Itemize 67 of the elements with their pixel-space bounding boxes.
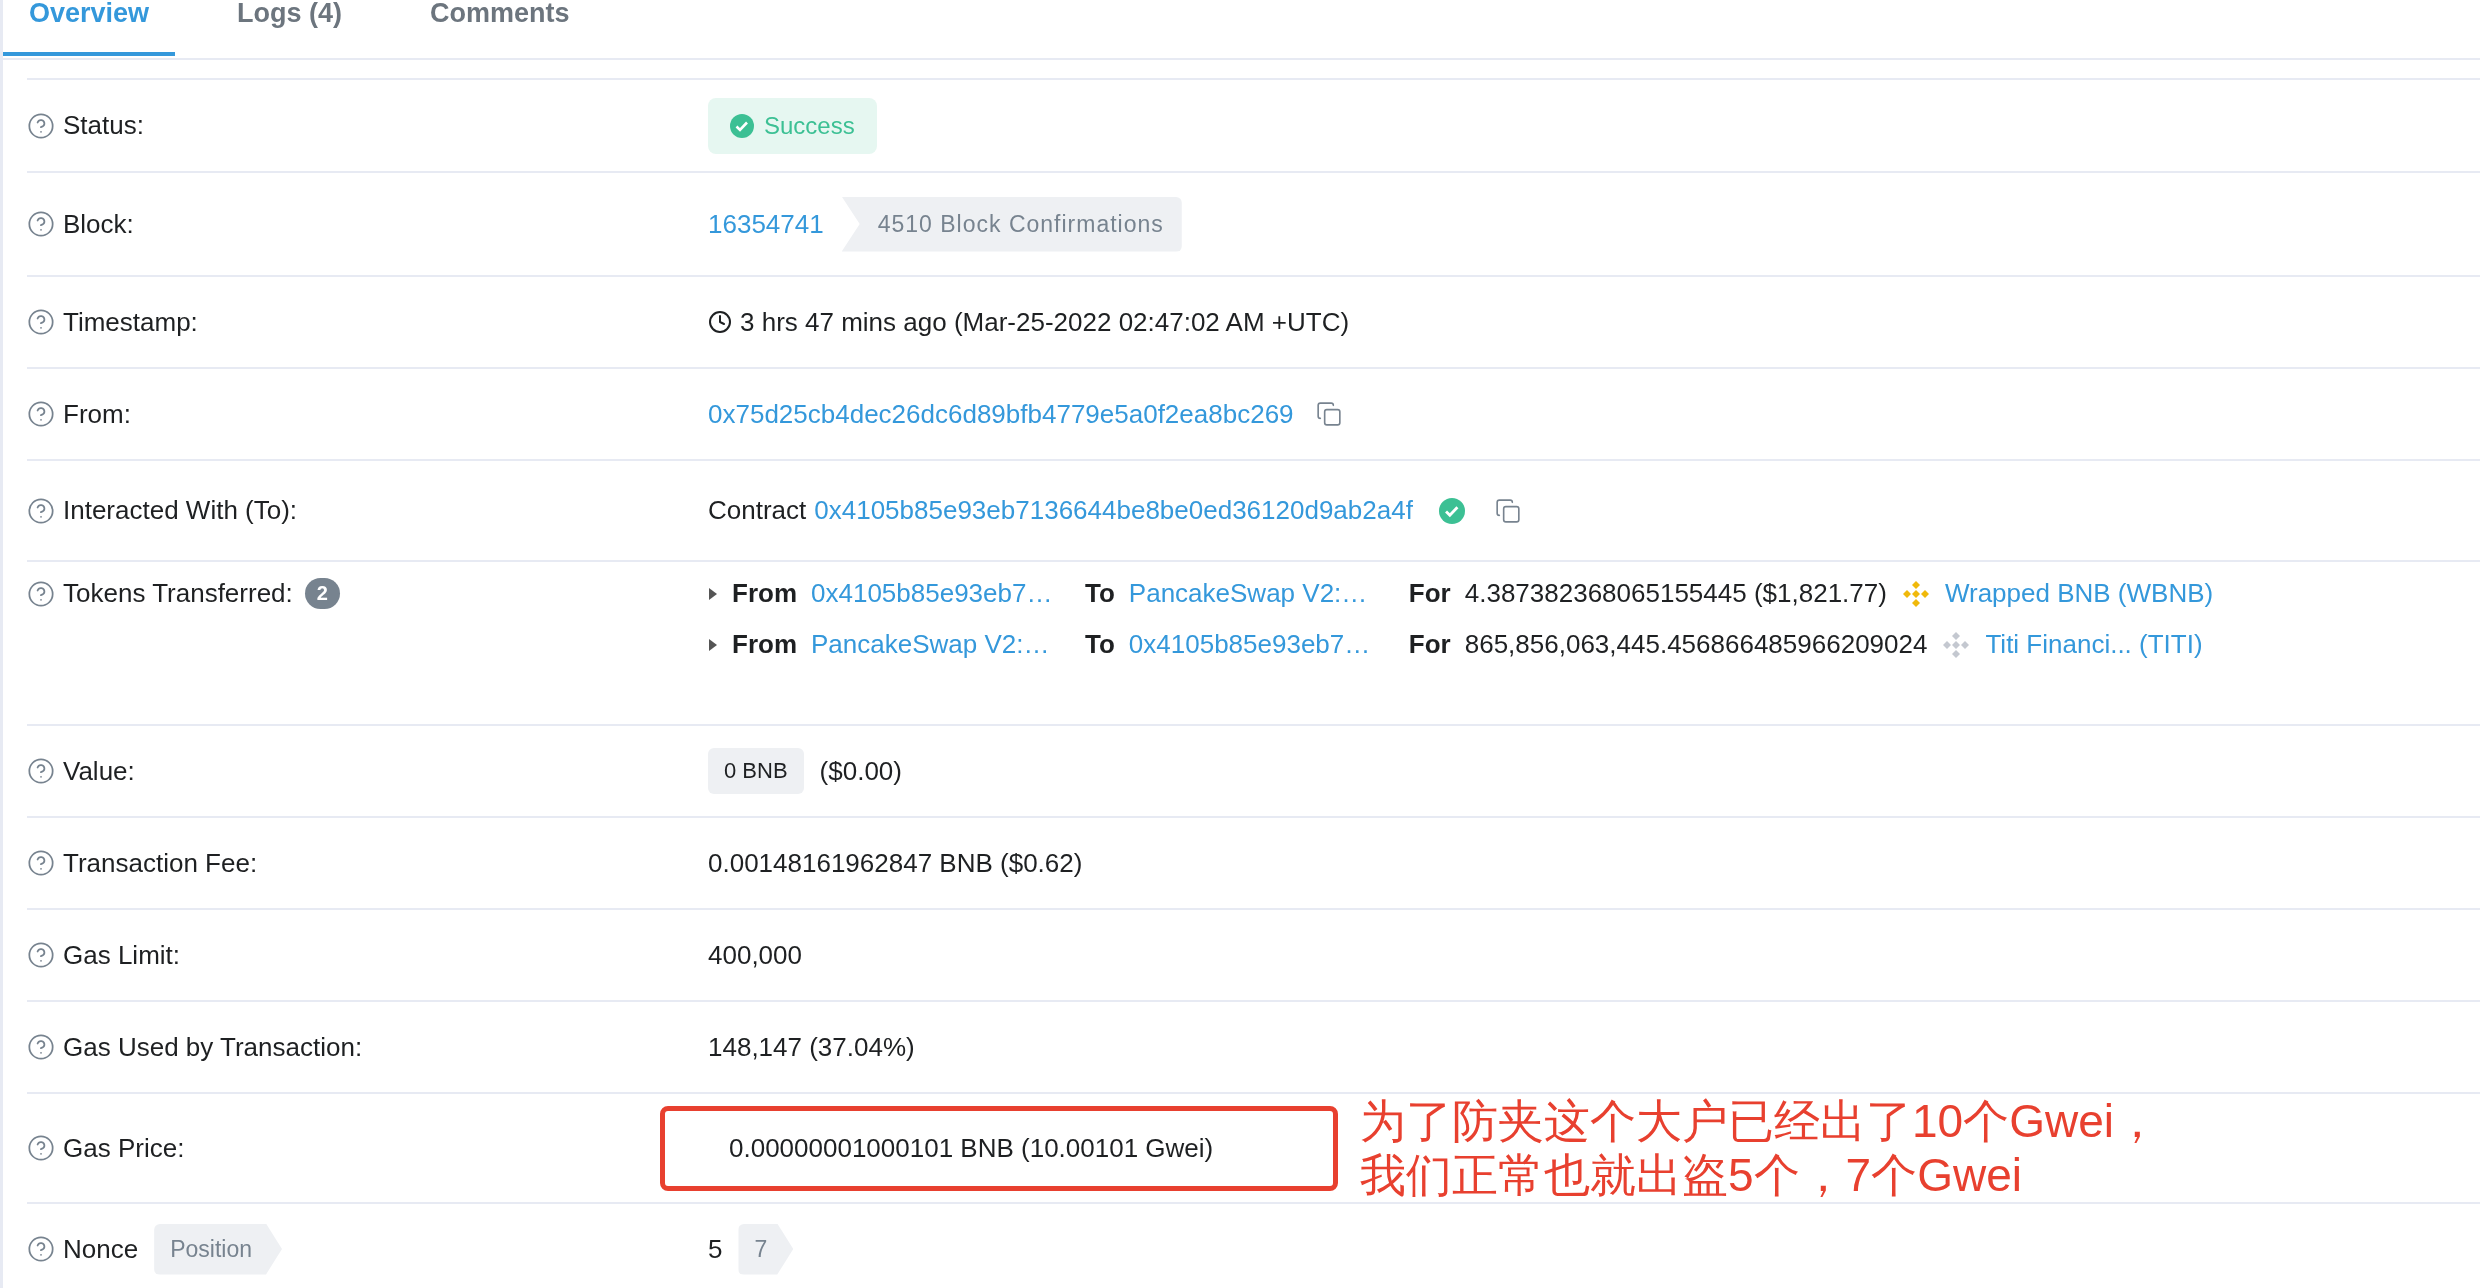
position-tag[interactable]: Position xyxy=(154,1223,282,1275)
position-tag: 7 xyxy=(738,1223,794,1275)
caret-icon[interactable] xyxy=(708,637,718,652)
timestamp-text: 3 hrs 47 mins ago (Mar-25-2022 02:47:02 AM +UTC) xyxy=(740,306,1350,338)
help-icon[interactable] xyxy=(27,941,55,969)
value-text: 400,000 xyxy=(708,939,802,971)
block-link[interactable]: 16354741 xyxy=(708,208,824,240)
help-icon[interactable] xyxy=(27,849,55,877)
field-label: Transaction Fee: xyxy=(63,847,258,879)
value-chip: 0 BNB xyxy=(708,748,804,794)
status-text: Success xyxy=(764,111,855,140)
copy-icon[interactable] xyxy=(1494,497,1521,524)
help-icon[interactable] xyxy=(27,757,55,785)
help-icon[interactable] xyxy=(27,496,55,525)
to-label: To xyxy=(1085,578,1115,609)
help-icon[interactable] xyxy=(27,308,55,336)
help-icon[interactable] xyxy=(27,111,55,140)
clock-icon xyxy=(708,310,732,334)
gas-price-text: 0.00000001000101 BNB (10.00101 Gwei) xyxy=(729,1132,1214,1164)
field-label: From: xyxy=(63,398,131,430)
help-icon[interactable] xyxy=(27,1134,55,1162)
to-label: To xyxy=(1085,629,1115,660)
field-label: Nonce xyxy=(63,1233,139,1265)
field-label: Value: xyxy=(63,755,135,787)
count-badge: 2 xyxy=(304,578,340,609)
amount-text: 865,856,063,445.456866485966209024 xyxy=(1464,629,1928,660)
field-label: Status: xyxy=(63,110,144,141)
from-label: From xyxy=(732,629,797,660)
nonce-value: 5 xyxy=(708,1233,723,1265)
field-label: Gas Limit: xyxy=(63,939,181,971)
help-icon[interactable] xyxy=(27,1033,55,1061)
address-link[interactable]: 0x75d25cb4dec26dc6d89bfb4779e5a0f2ea8bc269 xyxy=(708,398,1294,430)
help-icon[interactable] xyxy=(27,1235,55,1263)
token-link[interactable]: Wrapped BNB (WBNB) xyxy=(1944,578,2214,609)
contract-link[interactable]: 0x4105b85e93eb7136644be8be0ed36120d9ab2a4f xyxy=(814,495,1413,526)
for-label: For xyxy=(1408,578,1451,609)
tab[interactable]: Overview xyxy=(3,0,176,56)
annotation-text: 我们正常也就出盗5个，7个Gwei xyxy=(1360,1148,2023,1202)
check-circle-icon xyxy=(1438,497,1465,524)
value-text: 0.00148161962847 BNB ($0.62) xyxy=(708,847,1083,879)
field-label: Block: xyxy=(63,208,134,240)
confirmations-tag: 4510 Block Confirmations xyxy=(841,196,1182,252)
contract-label: Contract xyxy=(708,495,807,526)
field-label: Tokens Transferred: xyxy=(63,578,293,609)
copy-icon[interactable] xyxy=(1315,401,1342,427)
caret-icon[interactable] xyxy=(708,586,718,601)
token-link[interactable]: Titi Financi... (TITI) xyxy=(1985,629,2203,660)
field-label: Timestamp: xyxy=(63,306,198,338)
check-circle-icon xyxy=(730,113,754,138)
annotation-text: 为了防夹这个大户已经出了10个Gwei， xyxy=(1360,1094,2160,1148)
field-label: Gas Price: xyxy=(63,1132,185,1164)
value-usd: ($0.00) xyxy=(819,755,902,787)
to-link[interactable]: 0x4105b85e93eb7… xyxy=(1128,629,1395,660)
amount-text: 4.387382368065155445 ($1,821.77) xyxy=(1464,578,1887,609)
field-label: Gas Used by Transaction: xyxy=(63,1031,363,1063)
help-icon[interactable] xyxy=(27,210,55,238)
from-label: From xyxy=(732,578,797,609)
help-icon[interactable] xyxy=(27,579,55,608)
for-label: For xyxy=(1408,629,1451,660)
from-link[interactable]: 0x4105b85e93eb7… xyxy=(811,578,1071,609)
help-icon[interactable] xyxy=(27,400,55,428)
from-link[interactable]: PancakeSwap V2:… xyxy=(811,629,1071,660)
field-label: Interacted With (To): xyxy=(63,495,298,526)
tab[interactable]: Logs (4) xyxy=(211,0,369,56)
to-link[interactable]: PancakeSwap V2:… xyxy=(1128,578,1395,609)
tab[interactable]: Comments xyxy=(404,0,596,56)
value-text: 148,147 (37.04%) xyxy=(708,1031,915,1063)
